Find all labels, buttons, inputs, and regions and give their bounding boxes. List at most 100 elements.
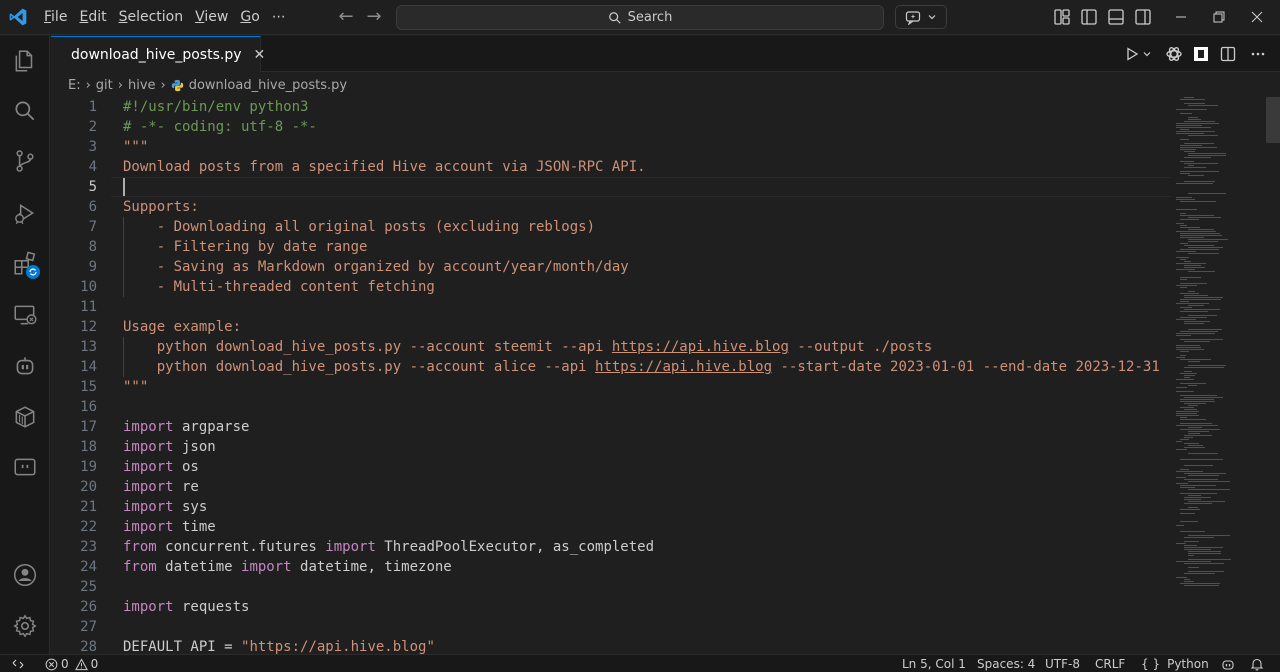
code-line[interactable]: 10 - Multi-threaded content fetching [51,277,1171,297]
code-line[interactable]: 2 # -*- coding: utf-8 -*- [51,117,1171,137]
run-python-file-icon[interactable] [1123,45,1141,63]
language-mode[interactable]: { } Python [1141,656,1209,672]
code-line[interactable]: 5 [51,177,1171,197]
code-line[interactable]: 3 """ [51,137,1171,157]
code-token: python download_hive_posts.py --account … [123,339,612,355]
source-control-icon[interactable] [10,146,40,176]
minimap-line [1176,285,1197,286]
code-line[interactable]: 15 """ [51,377,1171,397]
containers-icon[interactable] [10,402,40,432]
problems-indicator[interactable]: 0 0 [45,656,98,672]
code-line[interactable]: 6 Supports: [51,197,1171,217]
terminal-panel-icon[interactable] [10,452,40,482]
code-line[interactable]: 7 - Downloading all original posts (excl… [51,217,1171,237]
copilot-chat-button[interactable] [895,5,947,29]
encoding[interactable]: UTF-8 [1045,656,1080,672]
toggle-panel-icon[interactable] [1107,8,1125,26]
notifications-bell-icon[interactable] [1250,656,1264,672]
minimap-line [1180,225,1187,226]
run-and-debug-icon[interactable] [10,198,40,228]
cursor-position[interactable]: Ln 5, Col 1 [902,656,966,672]
code-line[interactable]: 23 from concurrent.futures import ThreadP… [51,537,1171,557]
remote-indicator-icon[interactable] [12,656,24,672]
breadcrumb-file[interactable]: download_hive_posts.py [189,78,347,93]
code-line[interactable]: 26 import requests [51,597,1171,617]
minimize-icon[interactable] [1170,6,1192,28]
code-line[interactable]: 11 [51,297,1171,317]
extension-action-icon[interactable] [1192,45,1210,63]
minimap-line [1180,311,1208,312]
line-number: 21 [80,499,97,515]
command-center-search[interactable]: Search [396,5,884,30]
breadcrumb-drive[interactable]: E: [68,78,81,93]
explorer-icon[interactable] [10,46,40,76]
code-line[interactable]: 19 import os [51,457,1171,477]
code-line[interactable]: 24 from datetime import datetime, timezon… [51,557,1171,577]
menu-more[interactable]: ⋯ [266,0,292,35]
remote-explorer-icon[interactable] [10,300,40,330]
breadcrumb: E: › git › hive › download_hive_posts.py [51,73,1151,97]
code-editor[interactable]: 1 #!/usr/bin/env python3 2 # -*- coding: ut… [51,97,1171,654]
line-number: 13 [80,339,97,355]
more-actions-icon[interactable] [1249,45,1267,63]
code-line[interactable]: 9 - Saving as Markdown organized by acco… [51,257,1171,277]
menu-view[interactable]: View [189,0,234,35]
search-view-icon[interactable] [10,96,40,126]
code-line[interactable]: 16 [51,397,1171,417]
code-line[interactable]: 28 DEFAULT_API = "https://api.hive.blog" [51,637,1171,654]
settings-gear-icon[interactable] [10,611,40,641]
code-line[interactable]: 21 import sys [51,497,1171,517]
python-file-icon [171,79,183,91]
minimap-line [1176,333,1215,334]
end-of-line[interactable]: CRLF [1095,656,1125,672]
tab-download-hive-posts[interactable]: download_hive_posts.py ✕ [51,36,265,72]
minimap-line [1188,481,1230,482]
close-window-icon[interactable] [1246,6,1268,28]
close-tab-icon[interactable]: ✕ [254,47,266,63]
menu-selection[interactable]: Selection [113,0,190,35]
code-line[interactable]: 12 Usage example: [51,317,1171,337]
breadcrumb-folder-hive[interactable]: hive [128,78,156,93]
minimap-line [1180,113,1192,114]
back-arrow-icon[interactable]: ← [336,8,356,28]
code-line[interactable]: 27 [51,617,1171,637]
extensions-icon[interactable] [10,249,40,279]
code-line[interactable]: 22 import time [51,517,1171,537]
code-token: python download_hive_posts.py --account … [123,359,596,375]
indentation[interactable]: Spaces: 4 [977,656,1035,672]
forward-arrow-icon[interactable]: → [364,8,384,28]
menu-go[interactable]: Go [234,0,265,35]
run-options-chevron-icon[interactable] [1141,45,1153,63]
code-line[interactable]: 13 python download_hive_posts.py --accou… [51,337,1171,357]
vertical-scrollbar[interactable] [1266,97,1280,143]
copilot-agent-icon[interactable] [10,351,40,381]
minimap-line [1180,149,1196,150]
code-line[interactable]: 1 #!/usr/bin/env python3 [51,97,1171,117]
code-line[interactable]: 20 import re [51,477,1171,497]
restore-icon[interactable] [1208,6,1230,28]
breadcrumb-folder-git[interactable]: git [96,78,113,93]
code-line[interactable]: 18 import json [51,437,1171,457]
code-line[interactable]: 25 [51,577,1171,597]
minimap-line [1184,549,1211,550]
split-editor-icon[interactable] [1219,45,1237,63]
chevron-down-icon [928,15,936,20]
minimap-line [1180,423,1212,424]
minimap[interactable] [1172,97,1266,654]
code-link[interactable]: https://api.hive.blog [612,339,789,355]
menu-file[interactable]: File [38,0,73,35]
code-line[interactable]: 8 - Filtering by date range [51,237,1171,257]
customize-layout-icon[interactable] [1053,8,1071,26]
code-link[interactable]: https://api.hive.blog [595,359,772,375]
toggle-primary-sidebar-icon[interactable] [1080,8,1098,26]
menu-edit[interactable]: Edit [73,0,112,35]
line-number: 5 [88,179,97,195]
code-line[interactable]: 17 import argparse [51,417,1171,437]
code-line[interactable]: 14 python download_hive_posts.py --accou… [51,357,1171,377]
code-line[interactable]: 4 Download posts from a specified Hive ac… [51,157,1171,177]
copilot-status-icon[interactable] [1221,656,1235,672]
openai-chat-icon[interactable] [1165,45,1183,63]
toggle-secondary-sidebar-icon[interactable] [1134,8,1152,26]
account-icon[interactable] [10,560,40,590]
minimap-line [1184,297,1223,298]
